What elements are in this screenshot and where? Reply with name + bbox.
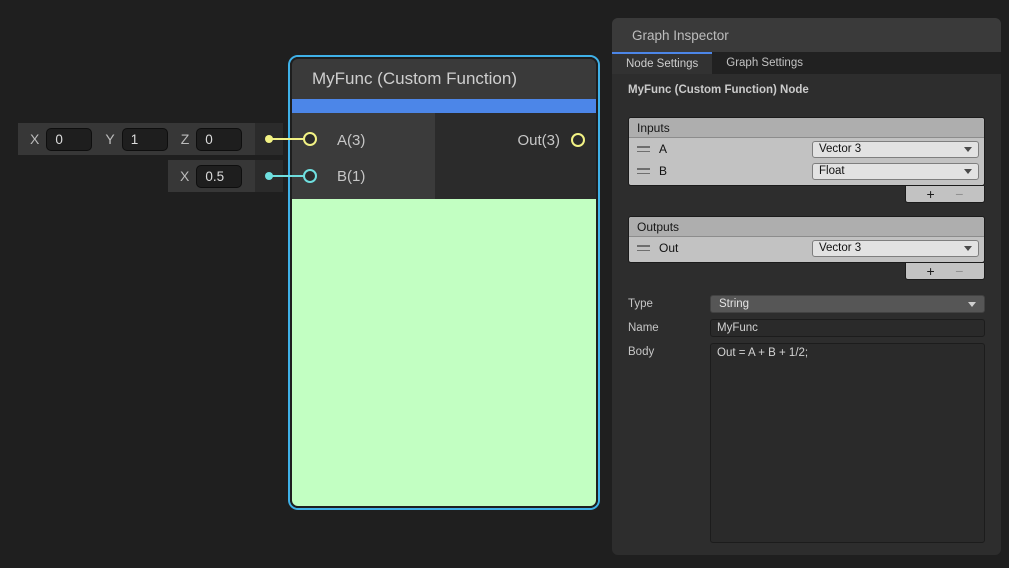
x-label: X (30, 131, 39, 147)
add-input-button[interactable]: + (927, 187, 935, 202)
outputs-list-footer: + − (905, 263, 985, 280)
outputs-list-header: Outputs (629, 217, 984, 237)
edge-float-to-b[interactable] (267, 175, 308, 177)
node-ports-area: A(3) B(1) Out(3) (292, 113, 596, 199)
input-port-a-icon[interactable] (303, 132, 317, 146)
graph-inspector-panel: Graph Inspector Node Settings Graph Sett… (612, 18, 1001, 555)
node-settings-heading: MyFunc (Custom Function) Node (628, 83, 985, 97)
input-type-value: Float (819, 165, 845, 177)
z-value-field[interactable] (196, 128, 242, 151)
drag-handle-icon[interactable] (637, 245, 650, 251)
inputs-list-header: Inputs (629, 118, 984, 138)
drag-handle-icon[interactable] (637, 146, 650, 152)
list-item[interactable]: B Float (629, 160, 984, 182)
chevron-down-icon (968, 302, 976, 307)
inputs-list: Inputs A Vector 3 B Float (628, 117, 985, 186)
port-label-b: B(1) (337, 168, 365, 186)
node-title: MyFunc (Custom Function) (292, 59, 596, 99)
type-dropdown[interactable]: String (710, 295, 985, 313)
body-row: Body Out = A + B + 1/2; (628, 343, 985, 543)
body-label: Body (628, 343, 710, 358)
body-field[interactable]: Out = A + B + 1/2; (710, 343, 985, 543)
chevron-down-icon (964, 169, 972, 174)
chevron-down-icon (964, 147, 972, 152)
x-label: X (180, 168, 189, 184)
name-row: Name (628, 319, 985, 337)
node-body: MyFunc (Custom Function) A(3) B(1) Out(3… (290, 57, 598, 508)
y-label: Y (105, 131, 114, 147)
x-value-field[interactable] (196, 165, 242, 188)
input-type-dropdown[interactable]: Float (812, 163, 979, 180)
name-label: Name (628, 322, 710, 334)
outputs-list: Outputs Out Vector 3 (628, 216, 985, 263)
remove-input-button[interactable]: − (955, 187, 963, 202)
input-type-value: Vector 3 (819, 143, 861, 155)
remove-output-button[interactable]: − (955, 264, 963, 279)
input-name: B (659, 164, 667, 178)
input-port-b-icon[interactable] (303, 169, 317, 183)
type-row: Type String (628, 295, 985, 313)
node-preview (292, 199, 596, 506)
z-label: Z (181, 131, 190, 147)
x-value-field[interactable] (46, 128, 92, 151)
name-field[interactable] (710, 319, 985, 337)
input-type-dropdown[interactable]: Vector 3 (812, 141, 979, 158)
inputs-list-footer: + − (905, 186, 985, 203)
node-color-stripe (292, 99, 596, 113)
vector3-input-widget: X Y Z (18, 123, 283, 155)
inspector-content: MyFunc (Custom Function) Node Inputs A V… (612, 74, 1001, 543)
list-item[interactable]: Out Vector 3 (629, 237, 984, 259)
output-type-value: Vector 3 (819, 242, 861, 254)
port-label-a: A(3) (337, 132, 365, 150)
chevron-down-icon (964, 246, 972, 251)
custom-function-node[interactable]: MyFunc (Custom Function) A(3) B(1) Out(3… (288, 55, 600, 510)
tab-graph-settings[interactable]: Graph Settings (712, 52, 817, 74)
output-type-dropdown[interactable]: Vector 3 (812, 240, 979, 257)
tab-node-settings[interactable]: Node Settings (612, 52, 712, 74)
shader-graph-canvas: X Y Z X MyFunc (Custom Function) A(3) B(… (0, 0, 1009, 568)
inspector-title: Graph Inspector (612, 18, 1001, 52)
y-value-field[interactable] (122, 128, 168, 151)
type-value: String (719, 298, 749, 310)
list-item[interactable]: A Vector 3 (629, 138, 984, 160)
drag-handle-icon[interactable] (637, 168, 650, 174)
input-name: A (659, 142, 667, 156)
output-port-out-icon[interactable] (571, 133, 585, 147)
type-label: Type (628, 298, 710, 310)
input-ports-panel (292, 113, 435, 199)
inspector-tab-bar: Node Settings Graph Settings (612, 52, 1001, 74)
port-label-out: Out(3) (517, 132, 560, 150)
add-output-button[interactable]: + (927, 264, 935, 279)
output-name: Out (659, 241, 678, 255)
